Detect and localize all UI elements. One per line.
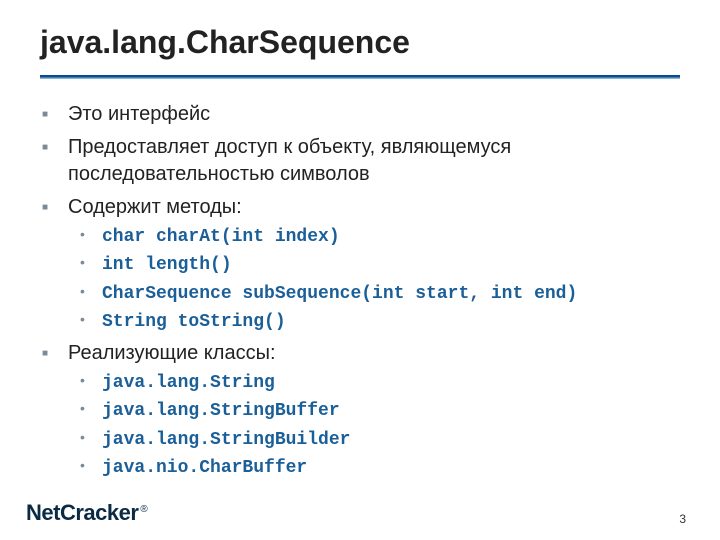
list-item: Содержит методы: char charAt(int index) … [40, 194, 680, 334]
list-item-text: Реализующие классы: [68, 342, 276, 364]
code-item: CharSequence subSequence(int start, int … [68, 282, 680, 306]
code-item: java.lang.String [68, 371, 680, 395]
sub-list: char charAt(int index) int length() Char… [68, 225, 680, 334]
list-item: Это интерфейс [40, 101, 680, 128]
bullet-list: Это интерфейс Предоставляет доступ к объ… [40, 101, 680, 480]
code-item: java.lang.StringBuffer [68, 399, 680, 423]
brand-text: NetCracker [26, 500, 138, 525]
code-item: char charAt(int index) [68, 225, 680, 249]
list-item-text: Это интерфейс [68, 103, 210, 125]
code-item: java.lang.StringBuilder [68, 428, 680, 452]
list-item: Предоставляет доступ к объекту, являющем… [40, 134, 680, 188]
list-item-text: Предоставляет доступ к объекту, являющем… [68, 136, 511, 185]
sub-list: java.lang.String java.lang.StringBuffer … [68, 371, 680, 480]
list-item: Реализующие классы: java.lang.String jav… [40, 340, 680, 480]
footer-logo: NetCracker® [26, 500, 147, 526]
registered-icon: ® [140, 504, 147, 515]
list-item-text: Содержит методы: [68, 196, 242, 218]
code-item: int length() [68, 253, 680, 277]
horizontal-divider [40, 75, 680, 79]
code-item: String toString() [68, 310, 680, 334]
page-number: 3 [679, 512, 686, 526]
code-item: java.nio.CharBuffer [68, 456, 680, 480]
page-title: java.lang.CharSequence [40, 24, 680, 61]
slide: java.lang.CharSequence Это интерфейс Пре… [0, 0, 720, 540]
